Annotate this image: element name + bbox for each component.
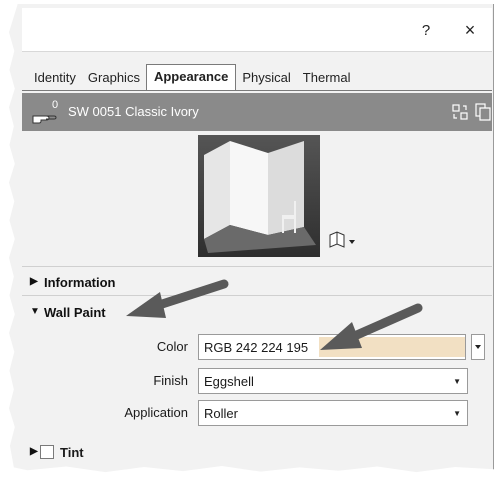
dropdown-caret-icon: ▼ <box>453 409 461 418</box>
application-select[interactable]: Roller ▼ <box>198 400 468 426</box>
tab-strip: Identity Graphics Appearance Physical Th… <box>28 64 356 90</box>
user-count-badge: 0 <box>52 99 59 111</box>
dropdown-caret-icon <box>475 345 481 349</box>
section-information-label: Information <box>44 275 116 290</box>
tab-physical[interactable]: Physical <box>236 66 296 90</box>
section-wall-paint-label: Wall Paint <box>44 305 106 320</box>
tint-checkbox[interactable] <box>40 445 54 459</box>
finish-value: Eggshell <box>204 374 254 389</box>
asset-name: SW 0051 Classic Ivory <box>68 104 199 119</box>
finish-select[interactable]: Eggshell ▼ <box>198 368 468 394</box>
section-tint-label: Tint <box>60 445 84 460</box>
color-label: Color <box>156 339 188 354</box>
help-button[interactable]: ? <box>416 22 436 42</box>
section-wall-paint[interactable]: ▼ Wall Paint <box>22 300 492 326</box>
tab-divider <box>22 90 492 91</box>
triangle-right-icon: ▶ <box>30 276 38 287</box>
appearance-thumbnail <box>198 135 320 257</box>
appearance-preview-area <box>22 131 492 267</box>
color-swatch <box>319 337 465 357</box>
section-information[interactable]: ▶ Information <box>22 270 492 296</box>
tab-appearance[interactable]: Appearance <box>145 64 237 90</box>
finish-label: Finish <box>153 373 188 388</box>
preview-scene-icon[interactable] <box>326 229 362 251</box>
color-field[interactable]: RGB 242 224 195 <box>198 334 466 360</box>
triangle-right-icon: ▶ <box>30 446 38 457</box>
application-label: Application <box>124 405 188 420</box>
tab-thermal[interactable]: Thermal <box>297 66 357 90</box>
application-value: Roller <box>204 406 238 421</box>
dropdown-caret-icon: ▼ <box>453 377 461 386</box>
color-value: RGB 242 224 195 <box>204 340 309 355</box>
section-tint[interactable]: ▶ <box>22 440 492 466</box>
triangle-down-icon: ▼ <box>30 306 40 317</box>
color-options-button[interactable] <box>471 334 485 360</box>
asset-header-bar: 0 SW 0051 Classic Ivory <box>22 93 492 131</box>
tab-graphics[interactable]: Graphics <box>82 66 146 90</box>
replace-asset-icon[interactable] <box>452 104 468 120</box>
close-button[interactable]: × <box>458 20 482 44</box>
dialog-title-bar: ? × <box>22 8 492 52</box>
tab-identity[interactable]: Identity <box>28 66 82 90</box>
screenshot-stage: ? × Identity Graphics Appearance Physica… <box>0 0 498 487</box>
duplicate-asset-icon[interactable] <box>475 103 491 121</box>
